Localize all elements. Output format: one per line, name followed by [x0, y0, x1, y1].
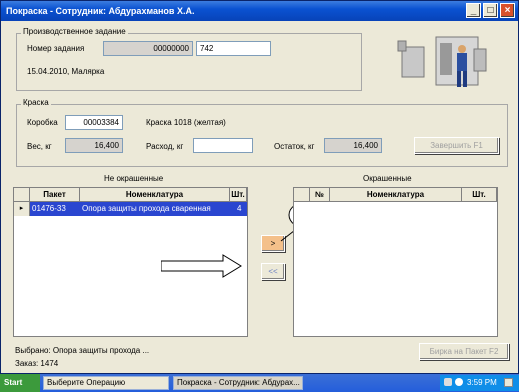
taskbar: Start Выберите Операцию Покраска - Сотру… — [0, 374, 519, 392]
tray-network-icon[interactable] — [444, 378, 452, 386]
paint-name: Краска 1018 (желтая) — [146, 118, 226, 127]
print-tag-button[interactable]: Бирка на Пакет F2 — [419, 343, 509, 360]
box-label: Коробка — [27, 118, 58, 127]
order-info: 15.04.2010, Малярка — [27, 67, 105, 76]
row-packet: 01476-33 — [32, 204, 66, 213]
row-indicator-header — [14, 188, 30, 202]
paint-group — [16, 104, 508, 167]
finish-button[interactable]: Завершить F1 — [414, 137, 499, 154]
order-text: Заказ: 1474 — [15, 359, 59, 368]
main-window: Покраска - Сотрудник: Абдурахманов Х.А. … — [0, 0, 519, 374]
unpainted-label: Не окрашенные — [104, 174, 164, 183]
column-header-qty[interactable]: Шт. — [230, 188, 247, 202]
remainder-label: Остаток, кг — [274, 142, 315, 151]
painted-table[interactable]: № Номенклатура Шт. — [293, 187, 498, 337]
remainder-field: 16,400 — [324, 138, 382, 153]
start-label: Start — [4, 378, 23, 387]
box-field[interactable]: 00003384 — [65, 115, 123, 130]
clock: 3:59 PM — [467, 378, 497, 387]
painting-station-illustration — [397, 36, 487, 87]
production-group-label: Производственное задание — [21, 27, 128, 36]
order-number-field[interactable]: 00000000 — [103, 41, 193, 56]
weight-field: 16,400 — [65, 138, 123, 153]
column-header-nomenclature[interactable]: Номенклатура — [330, 188, 462, 202]
current-row-arrow-icon: ▸ — [14, 202, 30, 216]
column-header-nomenclature[interactable]: Номенклатура — [80, 188, 230, 202]
column-header-packet[interactable]: Пакет — [30, 188, 80, 202]
paint-group-label: Краска — [21, 98, 51, 107]
order-suffix-field[interactable]: 742 — [196, 41, 271, 56]
consumption-label: Расход, кг — [146, 142, 184, 151]
minimize-button[interactable]: _ — [466, 3, 481, 18]
start-button[interactable]: Start — [0, 374, 40, 392]
column-header-number[interactable]: № — [310, 188, 330, 202]
row-indicator-header — [294, 188, 310, 202]
taskbar-item-select-operation[interactable]: Выберите Операцию — [43, 376, 169, 390]
column-header-qty[interactable]: Шт. — [462, 188, 497, 202]
consumption-field[interactable] — [193, 138, 253, 153]
order-number-label: Номер задания — [27, 44, 85, 53]
tray-volume-icon[interactable] — [455, 378, 463, 386]
selected-item-text: Выбрано: Опора защиты прохода ... — [15, 346, 150, 355]
title-bar: Покраска - Сотрудник: Абдурахманов Х.А. … — [1, 1, 518, 21]
painted-label: Окрашенные — [363, 174, 412, 183]
window-title: Покраска - Сотрудник: Абдурахманов Х.А. — [6, 6, 195, 16]
weight-label: Вес, кг — [27, 142, 52, 151]
maximize-button[interactable]: □ — [483, 3, 498, 18]
taskbar-item-painting[interactable]: Покраска - Сотрудник: Абдурах... — [173, 376, 303, 390]
tray-settings-icon[interactable] — [504, 378, 513, 387]
pointer-arrow-icon — [161, 254, 242, 278]
system-tray: 3:59 PM — [440, 375, 519, 391]
close-button[interactable]: × — [500, 3, 515, 18]
